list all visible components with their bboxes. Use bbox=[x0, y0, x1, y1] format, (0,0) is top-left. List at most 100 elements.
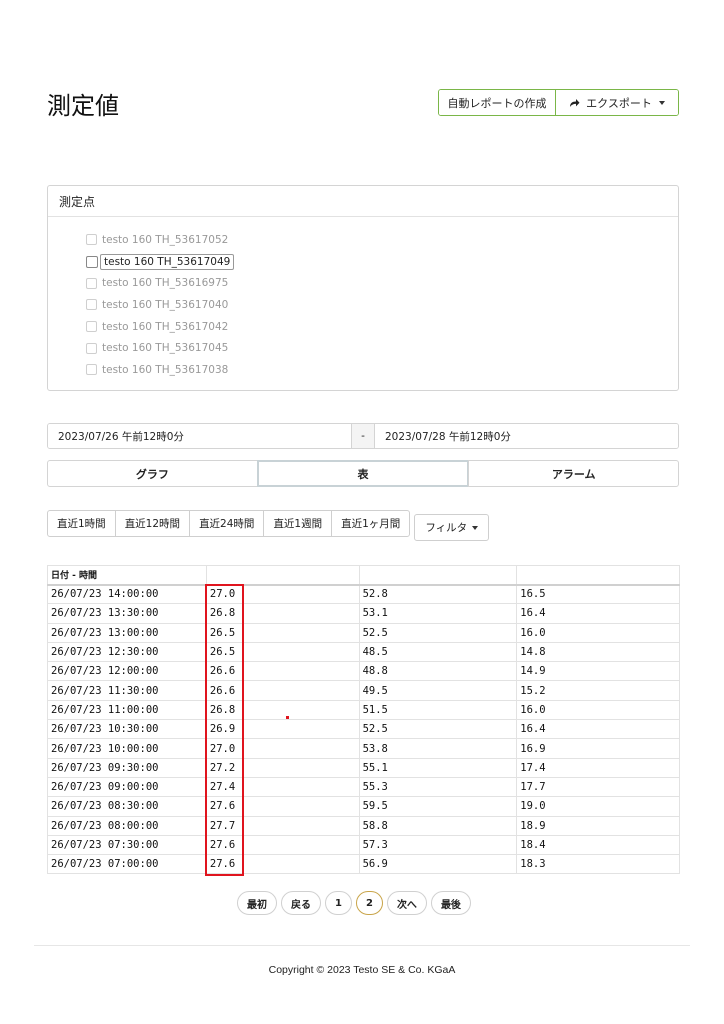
measurement-point-item[interactable]: testo 160 TH_53617040 bbox=[86, 294, 234, 316]
column-header[interactable] bbox=[358, 565, 518, 586]
cell-datetime: 26/07/23 11:30:00 bbox=[47, 680, 207, 701]
range-last-24-hours-button[interactable]: 直近24時間 bbox=[189, 510, 265, 537]
range-last-1-hour-button[interactable]: 直近1時間 bbox=[47, 510, 116, 537]
measurement-point-label: testo 160 TH_53617045 bbox=[102, 342, 229, 355]
table-row: 26/07/23 10:00:00 27.0 53.8 16.9 bbox=[47, 738, 680, 759]
measurement-point-item[interactable]: testo 160 TH_53617045 bbox=[86, 337, 234, 359]
cell-value: 27.2 bbox=[205, 757, 360, 778]
measurement-point-label: testo 160 TH_53617042 bbox=[102, 320, 229, 333]
tab-alarm[interactable]: アラーム bbox=[468, 460, 680, 487]
cell-value: 16.0 bbox=[516, 622, 680, 643]
cell-value: 51.5 bbox=[358, 699, 518, 721]
cell-datetime: 26/07/23 08:30:00 bbox=[47, 796, 207, 817]
measurement-point-item[interactable]: testo 160 TH_53617038 bbox=[86, 359, 234, 381]
measurement-points-list: testo 160 TH_53617052 testo 160 TH_53617… bbox=[86, 229, 235, 381]
view-tabs: グラフ 表 アラーム bbox=[47, 460, 680, 487]
cell-datetime: 26/07/23 13:30:00 bbox=[47, 603, 207, 624]
footer-divider bbox=[34, 945, 690, 946]
export-dropdown-button[interactable]: エクスポート bbox=[556, 90, 678, 115]
cell-value: 55.3 bbox=[358, 776, 518, 798]
next-page-button[interactable]: 次へ bbox=[386, 891, 427, 915]
cell-datetime: 26/07/23 13:00:00 bbox=[47, 622, 207, 643]
panel-header: 測定点 bbox=[48, 186, 678, 217]
red-marker-dot bbox=[286, 716, 289, 719]
cell-value: 16.0 bbox=[516, 699, 680, 721]
cell-datetime: 26/07/23 12:00:00 bbox=[47, 661, 207, 682]
table-row: 26/07/23 13:30:00 26.8 53.1 16.4 bbox=[47, 603, 680, 624]
checkbox[interactable] bbox=[86, 321, 97, 333]
cell-value: 27.4 bbox=[205, 776, 360, 798]
measurement-point-label: testo 160 TH_53617038 bbox=[102, 363, 229, 376]
cell-datetime: 26/07/23 09:30:00 bbox=[47, 757, 207, 778]
checkbox[interactable] bbox=[86, 299, 97, 311]
date-from-input[interactable]: 2023/07/26 午前12時0分 bbox=[48, 424, 351, 448]
cell-value: 18.4 bbox=[516, 834, 680, 856]
copyright-text: Copyright © 2023 Testo SE & Co. KGaA bbox=[268, 964, 456, 976]
checkbox[interactable] bbox=[86, 255, 98, 268]
page-1-button[interactable]: 1 bbox=[325, 891, 352, 915]
checkbox[interactable] bbox=[86, 234, 97, 246]
cell-datetime: 26/07/23 11:00:00 bbox=[47, 699, 207, 721]
cell-value: 55.1 bbox=[358, 757, 518, 778]
table-row: 26/07/23 07:30:00 27.6 57.3 18.4 bbox=[47, 834, 680, 856]
cell-value: 48.8 bbox=[358, 661, 518, 682]
date-to-input[interactable]: 2023/07/28 午前12時0分 bbox=[375, 424, 678, 448]
range-last-1-month-button[interactable]: 直近1ヶ月間 bbox=[331, 510, 411, 537]
measurement-point-item[interactable]: testo 160 TH_53616975 bbox=[86, 272, 234, 294]
table-row: 26/07/23 11:00:00 26.8 51.5 16.0 bbox=[47, 699, 680, 721]
cell-datetime: 26/07/23 07:30:00 bbox=[47, 834, 207, 856]
share-arrow-icon bbox=[570, 98, 580, 107]
cell-value: 53.8 bbox=[358, 738, 518, 759]
quick-range-buttons: 直近1時間 直近12時間 直近24時間 直近1週間 直近1ヶ月間 フィルタ bbox=[47, 510, 490, 541]
measurements-table: 日付 - 時間 26/07/23 14:00:00 27.0 52.8 16.5 26/… bbox=[47, 565, 680, 875]
cell-value: 26.5 bbox=[205, 622, 360, 643]
page-2-button[interactable]: 2 bbox=[355, 891, 383, 915]
cell-value: 27.0 bbox=[205, 738, 360, 759]
checkbox[interactable] bbox=[86, 277, 97, 289]
cell-value: 53.1 bbox=[358, 603, 518, 624]
table-row: 26/07/23 12:30:00 26.5 48.5 14.8 bbox=[47, 641, 680, 663]
table-row: 26/07/23 14:00:00 27.0 52.8 16.5 bbox=[47, 583, 680, 605]
cell-value: 49.5 bbox=[358, 680, 518, 701]
cell-value: 27.0 bbox=[205, 583, 360, 605]
range-last-1-week-button[interactable]: 直近1週間 bbox=[263, 510, 333, 537]
tab-table[interactable]: 表 bbox=[256, 460, 470, 487]
cell-value: 19.0 bbox=[516, 796, 680, 817]
cell-value: 26.6 bbox=[205, 661, 360, 682]
measurement-point-label: testo 160 TH_53617040 bbox=[102, 298, 229, 311]
table-header-row: 日付 - 時間 bbox=[47, 565, 680, 586]
table-row: 26/07/23 09:30:00 27.2 55.1 17.4 bbox=[47, 757, 680, 778]
column-header-datetime[interactable]: 日付 - 時間 bbox=[47, 565, 207, 586]
cell-value: 14.8 bbox=[516, 641, 680, 663]
range-last-12-hours-button[interactable]: 直近12時間 bbox=[114, 510, 191, 537]
last-page-button[interactable]: 最後 bbox=[430, 891, 471, 915]
report-actions: 自動レポートの作成 エクスポート bbox=[438, 89, 679, 116]
checkbox[interactable] bbox=[86, 342, 97, 354]
cell-value: 17.7 bbox=[516, 776, 680, 798]
column-header[interactable] bbox=[205, 565, 360, 586]
filter-dropdown-button[interactable]: フィルタ bbox=[414, 514, 490, 541]
pagination: 最初 戻る 1 2 次へ 最後 bbox=[237, 891, 471, 915]
create-report-button[interactable]: 自動レポートの作成 bbox=[439, 90, 556, 115]
checkbox[interactable] bbox=[86, 364, 97, 376]
table-row: 26/07/23 08:00:00 27.7 58.8 18.9 bbox=[47, 815, 680, 836]
cell-datetime: 26/07/23 12:30:00 bbox=[47, 641, 207, 663]
measurement-point-item[interactable]: testo 160 TH_53617042 bbox=[86, 316, 234, 338]
measurement-point-item[interactable]: testo 160 TH_53617049 bbox=[86, 251, 235, 273]
tab-graph[interactable]: グラフ bbox=[47, 460, 258, 487]
cell-value: 26.8 bbox=[205, 699, 360, 721]
cell-value: 52.8 bbox=[358, 583, 518, 605]
table-row: 26/07/23 13:00:00 26.5 52.5 16.0 bbox=[47, 622, 680, 643]
measurement-point-item[interactable]: testo 160 TH_53617052 bbox=[86, 229, 234, 251]
cell-value: 17.4 bbox=[516, 757, 680, 778]
previous-page-button[interactable]: 戻る bbox=[281, 891, 321, 915]
cell-value: 27.6 bbox=[205, 854, 360, 875]
cell-value: 48.5 bbox=[358, 641, 518, 663]
cell-datetime: 26/07/23 10:30:00 bbox=[47, 719, 207, 740]
cell-value: 27.7 bbox=[205, 815, 360, 836]
cell-value: 27.6 bbox=[205, 796, 360, 817]
cell-value: 56.9 bbox=[358, 854, 518, 875]
first-page-button[interactable]: 最初 bbox=[237, 891, 277, 915]
column-header[interactable] bbox=[516, 565, 680, 586]
cell-value: 59.5 bbox=[358, 796, 518, 817]
